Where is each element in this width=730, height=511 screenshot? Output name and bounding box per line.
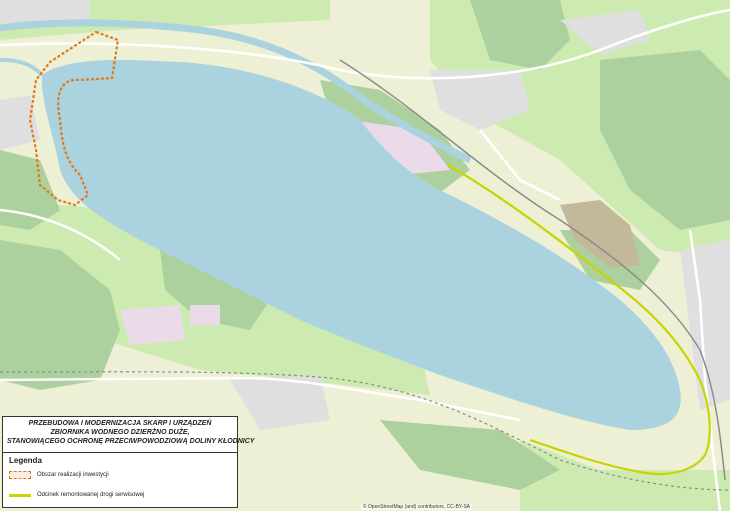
legend-title-line: STANOWIĄCEGO OCHRONĘ PRZECIWPOWODZIOWĄ D… — [7, 438, 255, 445]
legend-item-investment-area: Obszar realizacji inwestycji — [9, 469, 109, 481]
legend-title-line: PRZEBUDOWA I MODERNIZACJA SKARP I URZĄDZ… — [28, 420, 212, 427]
legend-panel: PRZEBUDOWA I MODERNIZACJA SKARP I URZĄDZ… — [2, 416, 255, 508]
legend-title: PRZEBUDOWA I MODERNIZACJA SKARP I URZĄDZ… — [3, 417, 255, 453]
legend-item-service-road: Odcinek remontowanej drogi serwisowej — [9, 489, 144, 501]
legend-item-label: Obszar realizacji inwestycji — [37, 472, 109, 478]
map-attribution: © OpenStreetMap (and) contributors, CC-B… — [360, 504, 472, 510]
legend-title-line: ZBIORNIKA WODNEGO DZIERŻNO DUŻE, — [50, 429, 190, 436]
legend-heading: Legenda — [9, 456, 42, 465]
investment-area-swatch — [9, 471, 31, 479]
legend-item-label: Odcinek remontowanej drogi serwisowej — [37, 492, 145, 498]
service-road-swatch — [9, 493, 31, 497]
